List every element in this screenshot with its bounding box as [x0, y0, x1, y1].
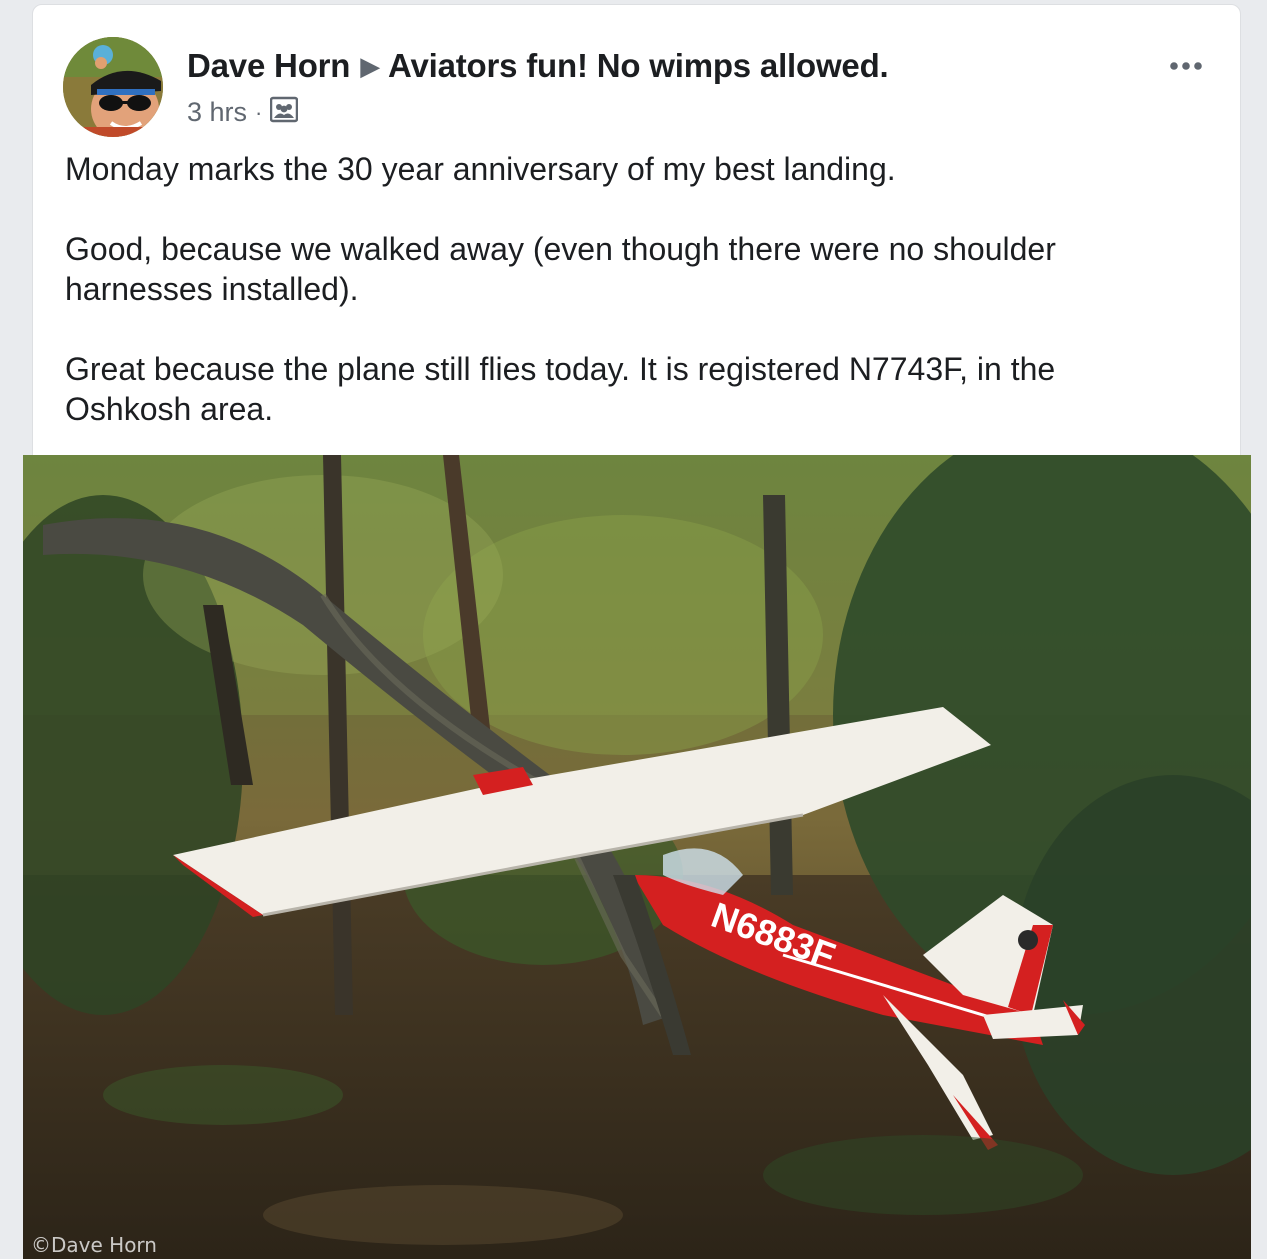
meta-separator: · [255, 99, 263, 125]
post-timestamp[interactable]: 3 hrs [187, 97, 247, 128]
group-name-link[interactable]: Aviators fun! No wimps allowed. [388, 47, 889, 84]
post-message: Monday marks the 30 year anniversary of … [65, 149, 1185, 469]
author-name-link[interactable]: Dave Horn [187, 47, 350, 84]
post-paragraph: Good, because we walked away (even thoug… [65, 231, 1056, 307]
post-meta: 3 hrs · [187, 95, 299, 130]
group-icon [270, 95, 299, 130]
post-title-line: Dave Horn ▶ Aviators fun! No wimps allowed… [187, 47, 889, 85]
author-avatar[interactable] [63, 37, 163, 137]
post-header: Dave Horn ▶ Aviators fun! No wimps allowed… [63, 37, 1220, 147]
post-paragraph: Great because the plane still flies toda… [65, 351, 1056, 427]
shared-to-arrow-icon: ▶ [360, 51, 381, 81]
more-options-icon[interactable] [1164, 51, 1208, 81]
post-paragraph: Monday marks the 30 year anniversary of … [65, 151, 896, 187]
post-photo[interactable]: N6883F ©Dave Horn [23, 455, 1251, 1259]
photo-watermark: ©Dave Horn [31, 1233, 157, 1257]
post-card: Dave Horn ▶ Aviators fun! No wimps allowed… [23, 4, 1251, 1259]
